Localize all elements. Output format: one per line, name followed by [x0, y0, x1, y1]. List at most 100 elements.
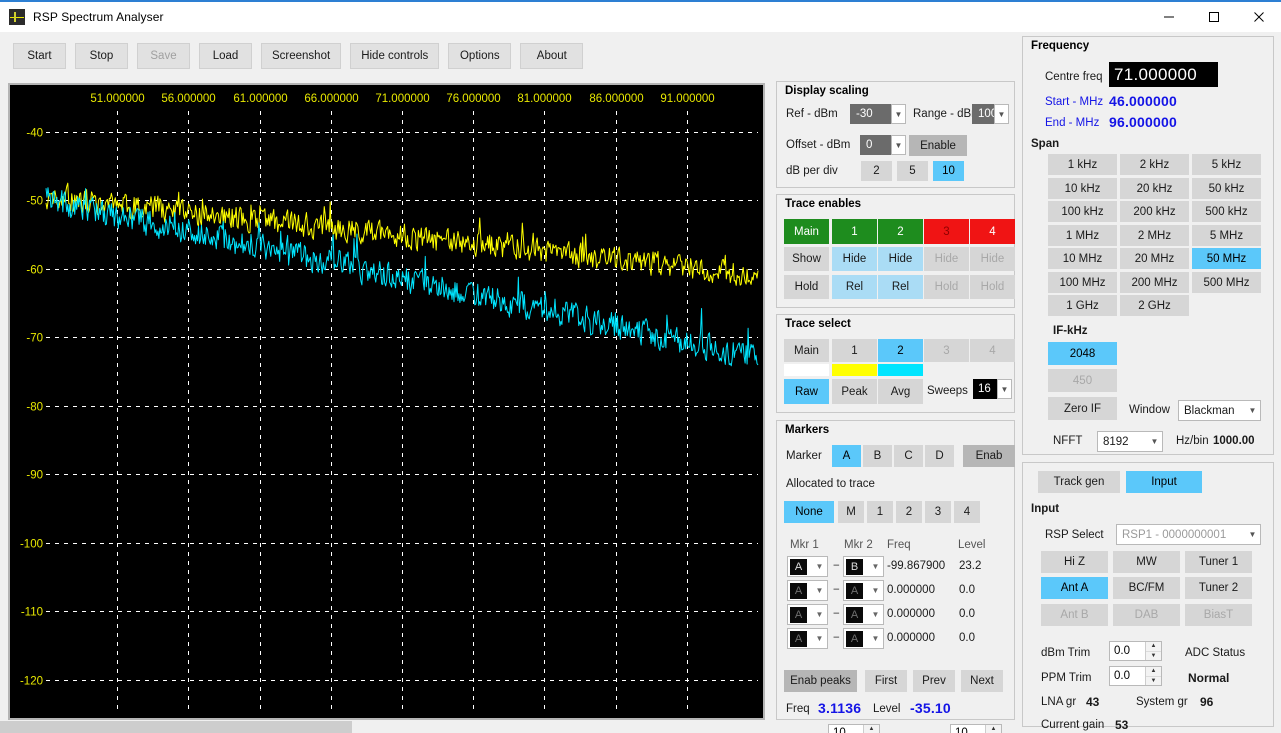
span-200khz-button[interactable]: 200 kHz: [1120, 201, 1189, 222]
marker-row-1-mkr2-select[interactable]: B ▼: [843, 556, 884, 577]
hide-controls-button[interactable]: Hide controls: [350, 43, 440, 69]
peak-first-button[interactable]: First: [865, 670, 907, 692]
trace-hide-1-button[interactable]: Hide: [832, 247, 877, 271]
span-10khz-button[interactable]: 10 kHz: [1048, 178, 1117, 199]
db-per-div-5-button[interactable]: 5: [897, 161, 928, 181]
input-ant-b-button[interactable]: Ant B: [1041, 604, 1108, 626]
trace-enable-2-button[interactable]: 2: [878, 219, 923, 244]
trace-select-2-button[interactable]: 2: [878, 339, 923, 362]
nfft-select[interactable]: 8192 ▼: [1097, 431, 1163, 452]
if-450-button[interactable]: 450: [1048, 369, 1117, 392]
stop-button[interactable]: Stop: [75, 43, 128, 69]
trace-hold-main-button[interactable]: Hold: [784, 275, 829, 299]
input-dab-button[interactable]: DAB: [1113, 604, 1180, 626]
marker-row-3-mkr1-select[interactable]: A ▼: [787, 604, 828, 625]
options-button[interactable]: Options: [448, 43, 512, 69]
sweeps-select[interactable]: 16 ▼: [973, 379, 1012, 399]
allocate-m-button[interactable]: M: [838, 501, 864, 523]
trace-select-4-button[interactable]: 4: [970, 339, 1015, 362]
window-select[interactable]: Blackman ▼: [1178, 400, 1261, 421]
spinner-arrows[interactable]: ▲▼: [1145, 667, 1161, 685]
span-20mhz-button[interactable]: 20 MHz: [1120, 248, 1189, 269]
input-tuner-1-button[interactable]: Tuner 1: [1185, 551, 1252, 573]
span-50khz-button[interactable]: 50 kHz: [1192, 178, 1261, 199]
span-500mhz-button[interactable]: 500 MHz: [1192, 272, 1261, 293]
input-bias-t-button[interactable]: BiasT: [1185, 604, 1252, 626]
marker-a-button[interactable]: A: [832, 445, 861, 467]
trace-hide-2-button[interactable]: Hide: [878, 247, 923, 271]
close-icon[interactable]: [1236, 2, 1281, 32]
span-2mhz-button[interactable]: 2 MHz: [1120, 225, 1189, 246]
minimize-icon[interactable]: [1146, 2, 1191, 32]
trace-select-3-button[interactable]: 3: [924, 339, 969, 362]
input-ant-a-button[interactable]: Ant A: [1041, 577, 1108, 599]
peak-spacing-khz-spinner[interactable]: 10 ▲▼: [950, 724, 1002, 733]
trace-rel-2-button[interactable]: Rel: [878, 275, 923, 299]
maximize-icon[interactable]: [1191, 2, 1236, 32]
trace-enable-main-button[interactable]: Main: [784, 219, 829, 244]
save-button[interactable]: Save: [137, 43, 190, 69]
marker-row-2-mkr2-select[interactable]: A ▼: [843, 580, 884, 601]
ref-dbm-select[interactable]: -30 ▼: [850, 104, 906, 124]
input-tab[interactable]: Input: [1126, 471, 1202, 493]
trace-hold-3-button[interactable]: Hold: [924, 275, 969, 299]
span-1khz-button[interactable]: 1 kHz: [1048, 154, 1117, 175]
start-button[interactable]: Start: [13, 43, 66, 69]
if-zero-if-button[interactable]: Zero IF: [1048, 397, 1117, 420]
db-per-div-2-button[interactable]: 2: [861, 161, 892, 181]
db-per-div-10-button[interactable]: 10: [933, 161, 964, 181]
input-bc-fm-button[interactable]: BC/FM: [1113, 577, 1180, 599]
allocate-4-button[interactable]: 4: [954, 501, 980, 523]
trace-enable-1-button[interactable]: 1: [832, 219, 877, 244]
span-2ghz-button[interactable]: 2 GHz: [1120, 295, 1189, 316]
scrollbar-thumb[interactable]: [0, 721, 352, 733]
allocate-3-button[interactable]: 3: [925, 501, 951, 523]
trace-hide-3-button[interactable]: Hide: [924, 247, 969, 271]
input-mw-button[interactable]: MW: [1113, 551, 1180, 573]
trace-mode-raw-button[interactable]: Raw: [784, 379, 829, 404]
range-dbm-select[interactable]: 100 ▼: [972, 104, 1009, 124]
dbm-trim-spinner[interactable]: 0.0 ▲ ▼: [1109, 641, 1162, 661]
trace-select-main-button[interactable]: Main: [784, 339, 829, 362]
span-10mhz-button[interactable]: 10 MHz: [1048, 248, 1117, 269]
span-200mhz-button[interactable]: 200 MHz: [1120, 272, 1189, 293]
horizontal-scrollbar[interactable]: [0, 721, 765, 733]
rsp-select-dropdown[interactable]: RSP1 - 0000000001 ▼: [1116, 524, 1261, 545]
span-20khz-button[interactable]: 20 kHz: [1120, 178, 1189, 199]
span-5mhz-button[interactable]: 5 MHz: [1192, 225, 1261, 246]
trace-mode-peak-button[interactable]: Peak: [832, 379, 877, 404]
trace-hide-4-button[interactable]: Hide: [970, 247, 1015, 271]
span-5khz-button[interactable]: 5 kHz: [1192, 154, 1261, 175]
trace-show-main-button[interactable]: Show: [784, 247, 829, 271]
if-2048-button[interactable]: 2048: [1048, 342, 1117, 365]
allocate-none-button[interactable]: None: [784, 501, 834, 523]
marker-d-button[interactable]: D: [925, 445, 954, 467]
marker-row-4-mkr2-select[interactable]: A ▼: [843, 628, 884, 649]
centre-freq-field[interactable]: 71.000000: [1109, 62, 1218, 87]
span-2khz-button[interactable]: 2 kHz: [1120, 154, 1189, 175]
trace-enable-3-button[interactable]: 3: [924, 219, 969, 244]
peak-threshold-db-spinner[interactable]: 10 ▲▼: [828, 724, 880, 733]
span-1ghz-button[interactable]: 1 GHz: [1048, 295, 1117, 316]
trace-enable-4-button[interactable]: 4: [970, 219, 1015, 244]
span-1mhz-button[interactable]: 1 MHz: [1048, 225, 1117, 246]
allocate-1-button[interactable]: 1: [867, 501, 893, 523]
screenshot-button[interactable]: Screenshot: [261, 43, 342, 69]
trace-rel-1-button[interactable]: Rel: [832, 275, 877, 299]
load-button[interactable]: Load: [199, 43, 252, 69]
input-tuner-2-button[interactable]: Tuner 2: [1185, 577, 1252, 599]
span-500khz-button[interactable]: 500 kHz: [1192, 201, 1261, 222]
trace-hold-4-button[interactable]: Hold: [970, 275, 1015, 299]
offset-enable-button[interactable]: Enable: [909, 135, 967, 156]
spectrum-graph[interactable]: 51.000000 56.000000 61.000000 66.000000 71.0…: [8, 83, 765, 720]
enable-peaks-button[interactable]: Enab peaks: [784, 670, 857, 692]
trace-mode-avg-button[interactable]: Avg: [878, 379, 923, 404]
marker-row-2-mkr1-select[interactable]: A ▼: [787, 580, 828, 601]
spinner-arrows[interactable]: ▲▼: [863, 725, 879, 733]
span-50mhz-button[interactable]: 50 MHz: [1192, 248, 1261, 269]
trace-select-1-button[interactable]: 1: [832, 339, 877, 362]
spinner-arrows[interactable]: ▲▼: [985, 725, 1001, 733]
marker-row-4-mkr1-select[interactable]: A ▼: [787, 628, 828, 649]
span-100mhz-button[interactable]: 100 MHz: [1048, 272, 1117, 293]
spinner-arrows[interactable]: ▲▼: [1145, 642, 1161, 660]
